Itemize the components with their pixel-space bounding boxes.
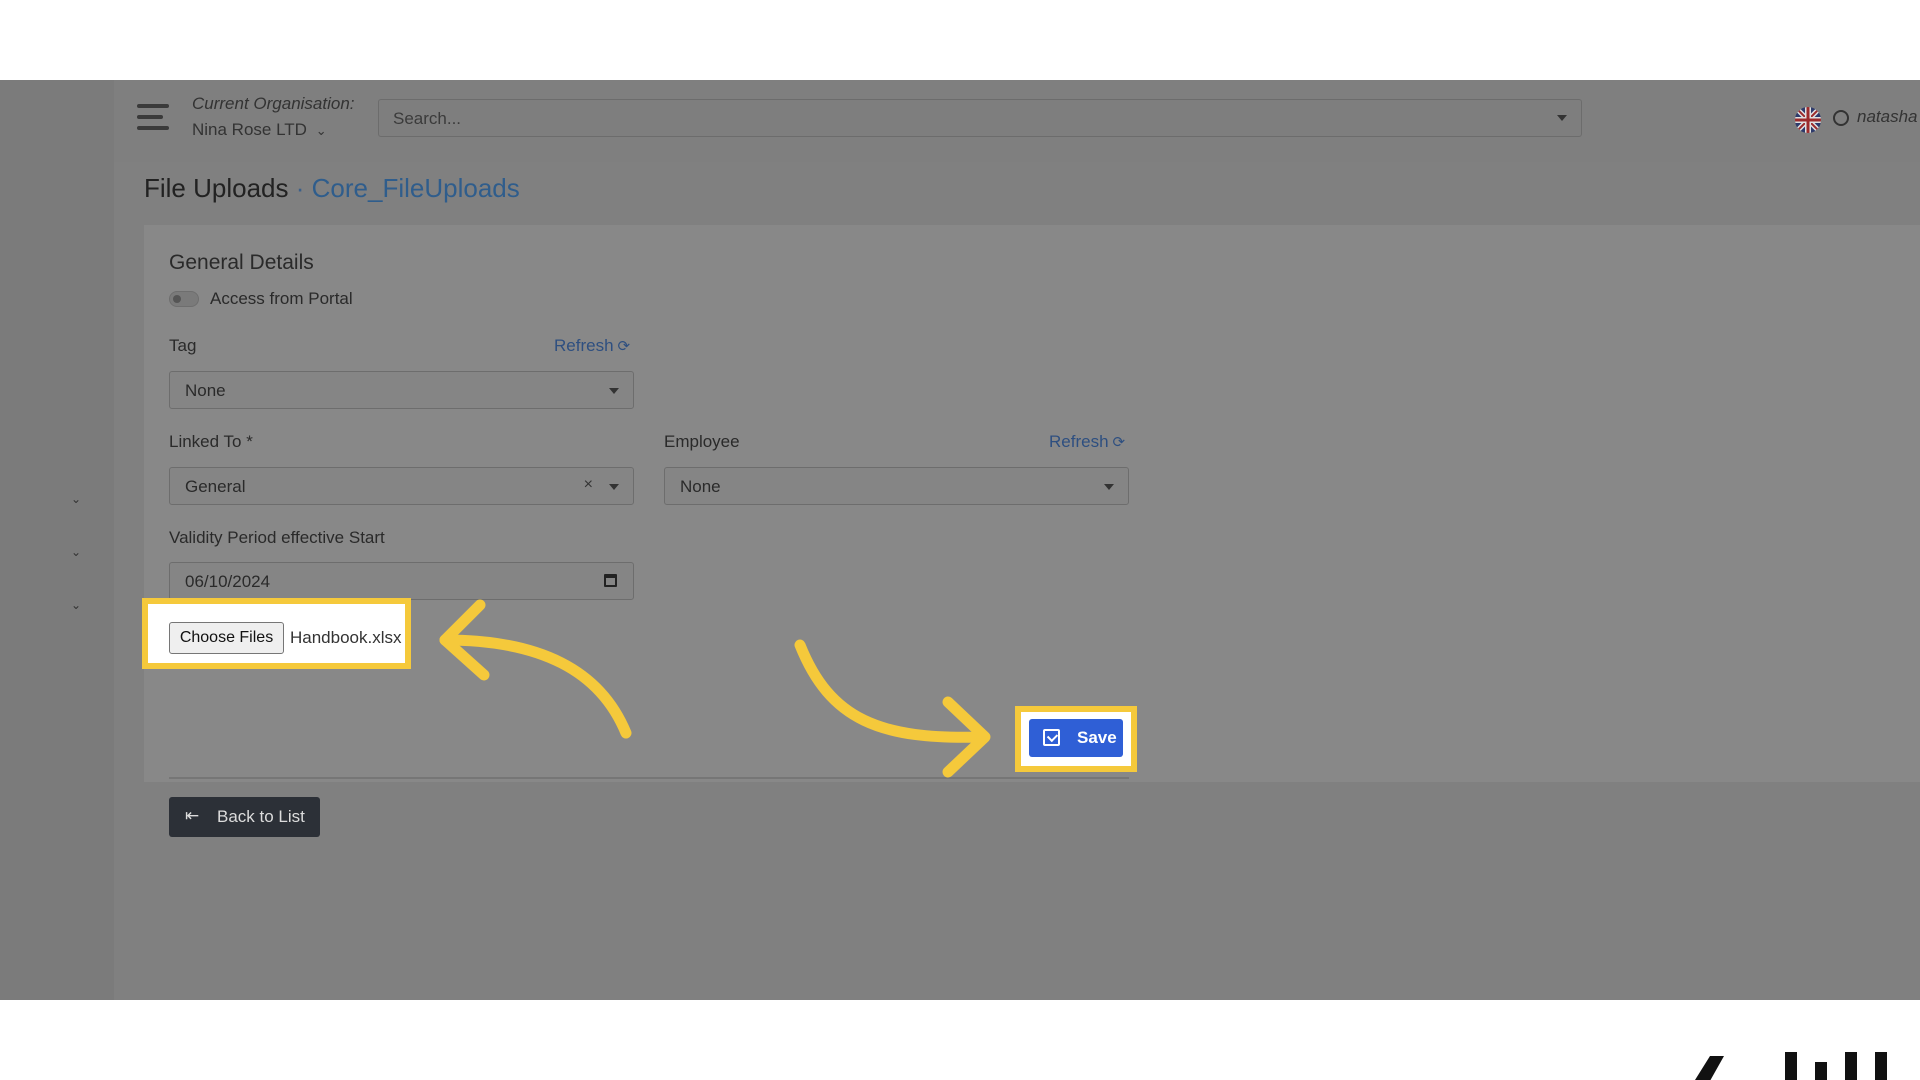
organisation-label: Current Organisation: (192, 94, 355, 113)
tag-label: Tag (169, 336, 197, 355)
menu-icon[interactable] (137, 104, 169, 132)
chevron-down-icon: ⌄ (315, 123, 327, 138)
title-separator: · (295, 173, 305, 203)
uk-flag-icon[interactable] (1795, 107, 1821, 133)
refresh-label: Refresh (1049, 432, 1109, 451)
brand-logo (1680, 1048, 1920, 1080)
divider (169, 777, 1129, 779)
user-name[interactable]: natasha (1857, 107, 1918, 127)
calendar-icon[interactable] (604, 574, 617, 587)
tag-refresh-link[interactable]: Refresh ⟳ (554, 336, 630, 356)
save-button[interactable]: Save (1029, 719, 1123, 757)
form-card: General Details Access from Portal Tag R… (144, 225, 1920, 782)
employee-value: None (680, 477, 721, 496)
access-portal-toggle[interactable] (169, 291, 199, 307)
back-to-list-button[interactable]: ⇤ Back to List (169, 797, 320, 837)
caret-down-icon (609, 484, 619, 490)
save-highlight: Save (1015, 706, 1137, 772)
caret-down-icon (609, 388, 619, 394)
chevron-down-icon[interactable]: ⌄ (68, 597, 84, 613)
search-input[interactable]: Search... (378, 99, 1582, 137)
caret-down-icon (1557, 115, 1567, 121)
organisation-selector[interactable]: Nina Rose LTD ⌄ (192, 120, 327, 140)
refresh-icon: ⟳ (1112, 434, 1126, 451)
search-placeholder: Search... (393, 109, 462, 128)
tag-value: None (185, 381, 226, 400)
refresh-icon: ⟳ (617, 338, 631, 355)
back-to-list-label: Back to List (217, 807, 305, 826)
linked-to-select[interactable]: General × (169, 467, 634, 505)
organisation-name: Nina Rose LTD (192, 120, 307, 139)
tag-select[interactable]: None (169, 371, 634, 409)
top-bar: Current Organisation: Nina Rose LTD ⌄ Se… (114, 80, 1920, 162)
linked-to-label: Linked To * (169, 432, 253, 451)
caret-down-icon (1104, 484, 1114, 490)
save-label: Save (1077, 728, 1117, 747)
user-icon[interactable] (1833, 110, 1849, 126)
clear-icon[interactable]: × (584, 476, 593, 494)
save-icon (1043, 729, 1060, 746)
employee-refresh-link[interactable]: Refresh ⟳ (1049, 432, 1125, 452)
section-title: General Details (169, 251, 314, 274)
access-portal-label: Access from Portal (210, 289, 353, 308)
choose-files-button[interactable]: Choose Files (169, 622, 284, 654)
page-title: File Uploads · Core_FileUploads (144, 173, 520, 204)
sidebar: ⌄ ⌄ ⌄ (0, 80, 114, 1000)
page-title-text: File Uploads (144, 173, 289, 203)
chevron-down-icon[interactable]: ⌄ (68, 491, 84, 507)
page-subtitle: Core_FileUploads (311, 173, 520, 203)
validity-date-value: 06/10/2024 (185, 572, 271, 591)
selected-file-name: Handbook.xlsx (290, 628, 402, 647)
file-input-highlight: Choose Files Handbook.xlsx (142, 598, 411, 669)
back-arrow-icon: ⇤ (185, 806, 200, 825)
app-screen: ⌄ ⌄ ⌄ Current Organisation: Nina Rose LT… (0, 80, 1920, 1000)
validity-label: Validity Period effective Start (169, 528, 385, 547)
refresh-label: Refresh (554, 336, 614, 355)
linked-to-value: General (185, 477, 246, 496)
employee-label: Employee (664, 432, 740, 451)
chevron-down-icon[interactable]: ⌄ (68, 544, 84, 560)
employee-select[interactable]: None (664, 467, 1129, 505)
validity-date-input[interactable]: 06/10/2024 (169, 562, 634, 600)
